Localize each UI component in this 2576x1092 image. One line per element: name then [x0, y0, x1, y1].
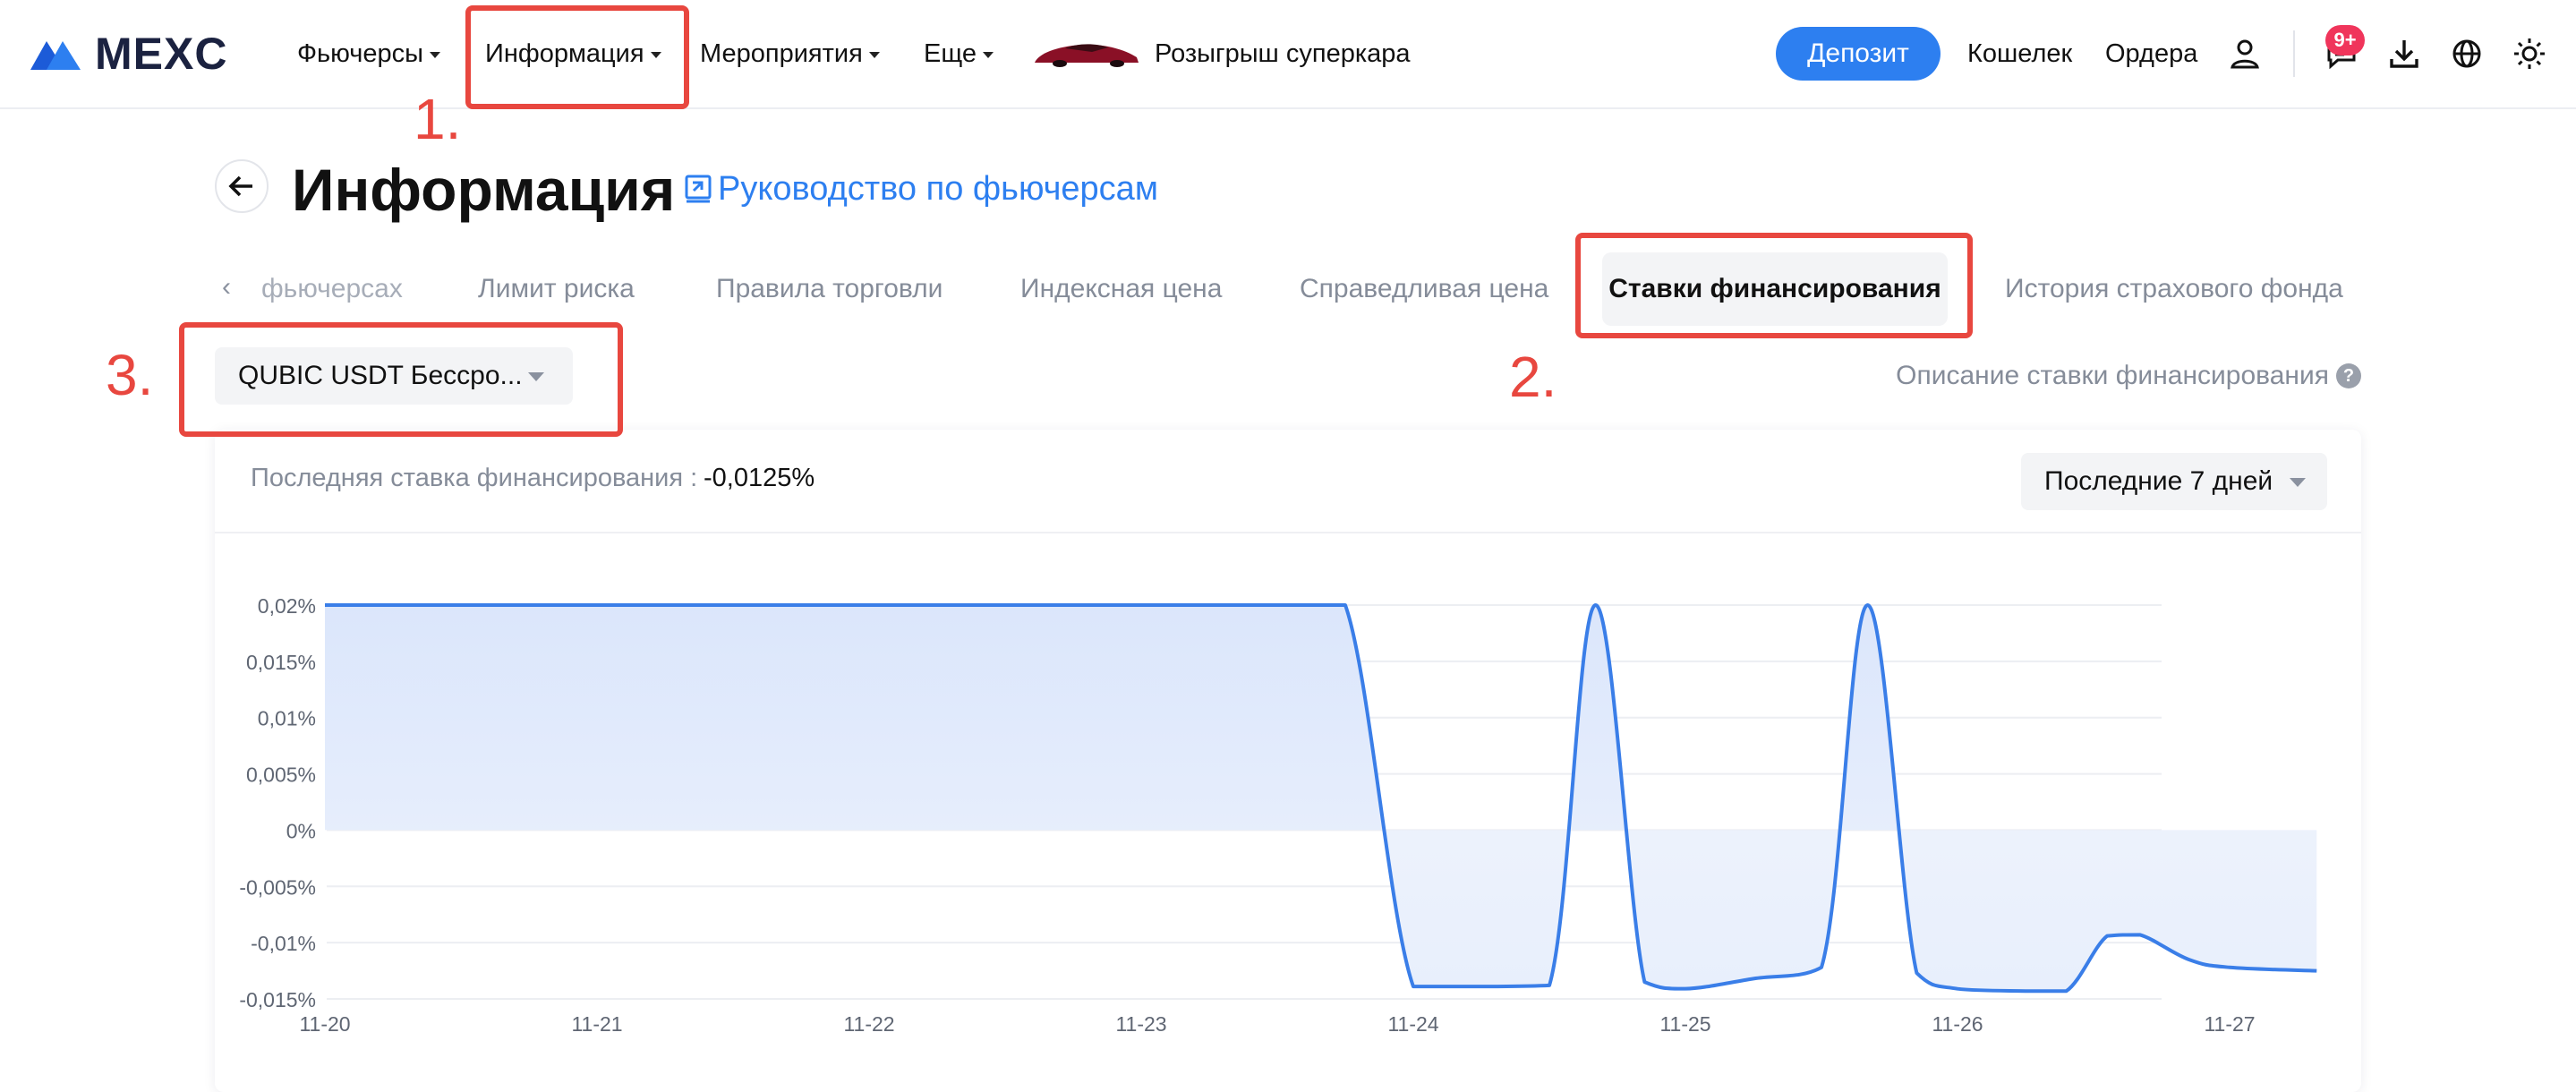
- x-tick-label: 11-24: [1387, 1012, 1438, 1036]
- nav-futures-label: Фьючерсы: [297, 39, 423, 68]
- page-title: Информация: [292, 157, 676, 223]
- mexc-logo-icon: [30, 41, 81, 70]
- nav-divider: [2293, 30, 2295, 77]
- futures-guide-label: Руководство по фьючерсам: [718, 170, 1158, 208]
- chevron-down-icon: [983, 51, 994, 58]
- y-tick-label: 0,02%: [258, 594, 316, 618]
- x-tick-label: 11-20: [299, 1012, 350, 1036]
- chevron-down-icon: [868, 51, 880, 58]
- tab-risk-limit[interactable]: Лимит риска: [478, 267, 635, 311]
- nav-more-label: Еще: [924, 39, 977, 68]
- globe-icon[interactable]: [2447, 34, 2486, 73]
- y-tick-label: -0,005%: [239, 875, 316, 899]
- funding-rate-card: Последняя ставка финансирования : -0,012…: [215, 430, 2361, 1092]
- y-tick-label: 0%: [286, 819, 316, 842]
- tab-trading-rules[interactable]: Правила торговли: [716, 267, 943, 311]
- deposit-button[interactable]: Депозит: [1776, 27, 1941, 81]
- highlight-box-symbol-select: [179, 322, 623, 437]
- highlight-box-information: [465, 5, 689, 109]
- notification-badge: 9+: [2325, 25, 2365, 55]
- highlight-box-funding-tab: [1575, 233, 1973, 338]
- x-tick-label: 11-26: [1932, 1012, 1983, 1036]
- annotation-2: 2.: [1509, 345, 1557, 409]
- y-tick-label: 0,01%: [258, 707, 316, 730]
- nav-promo-supercar[interactable]: Розыгрыш суперкара: [1029, 36, 1411, 72]
- x-tick-label: 11-22: [843, 1012, 894, 1036]
- x-tick-label: 11-25: [1659, 1012, 1710, 1036]
- y-tick-label: -0,01%: [251, 932, 316, 955]
- mexc-logo[interactable]: MEXC: [27, 29, 227, 79]
- y-tick-label: -0,015%: [239, 988, 316, 1011]
- supercar-icon: [1035, 44, 1139, 67]
- tab-insurance-fund-history[interactable]: История страхового фонда: [2005, 267, 2343, 311]
- chevron-left-icon[interactable]: ‹: [222, 272, 231, 303]
- sun-icon[interactable]: [2510, 34, 2549, 73]
- y-tick-label: 0,005%: [246, 764, 316, 787]
- promo-label: Розыгрыш суперкара: [1155, 39, 1411, 68]
- book-icon: [685, 175, 712, 203]
- top-navigation: MEXC Фьючерсы Информация Мероприятия Еще…: [0, 0, 2576, 109]
- tab-fair-price[interactable]: Справедливая цена: [1300, 267, 1548, 311]
- x-tick-label: 11-21: [571, 1012, 622, 1036]
- funding-rate-chart: 0,02% 0,015% 0,01% 0,005% 0% -0,005% -0,01% -0,…: [239, 594, 2317, 1036]
- user-icon[interactable]: [2225, 34, 2265, 73]
- funding-description-label: Описание ставки финансирования: [1896, 361, 2329, 390]
- x-tick-label: 11-23: [1115, 1012, 1166, 1036]
- orders-link[interactable]: Ордера: [2105, 36, 2197, 72]
- nav-events[interactable]: Мероприятия: [700, 36, 880, 72]
- y-tick-label: 0,015%: [246, 651, 316, 674]
- back-button[interactable]: [215, 159, 269, 213]
- annotation-3: 3.: [106, 343, 154, 407]
- nav-futures[interactable]: Фьючерсы: [297, 36, 440, 72]
- annotation-1: 1.: [414, 87, 462, 151]
- tab-futures-guide[interactable]: фьючерсах: [261, 267, 403, 311]
- nav-more[interactable]: Еще: [924, 36, 994, 72]
- futures-guide-link[interactable]: Руководство по фьючерсам: [684, 166, 1158, 211]
- arrow-left-icon: [228, 175, 252, 197]
- help-icon: ?: [2336, 363, 2361, 388]
- wallet-link[interactable]: Кошелек: [1967, 36, 2072, 72]
- tab-index-price[interactable]: Индексная цена: [1020, 267, 1222, 311]
- chevron-down-icon: [429, 51, 440, 58]
- brand-name: MEXC: [95, 29, 228, 79]
- download-icon[interactable]: [2384, 34, 2424, 73]
- funding-description-link[interactable]: Описание ставки финансирования ?: [1896, 358, 2361, 394]
- x-tick-label: 11-27: [2204, 1012, 2255, 1036]
- nav-events-label: Мероприятия: [700, 39, 863, 68]
